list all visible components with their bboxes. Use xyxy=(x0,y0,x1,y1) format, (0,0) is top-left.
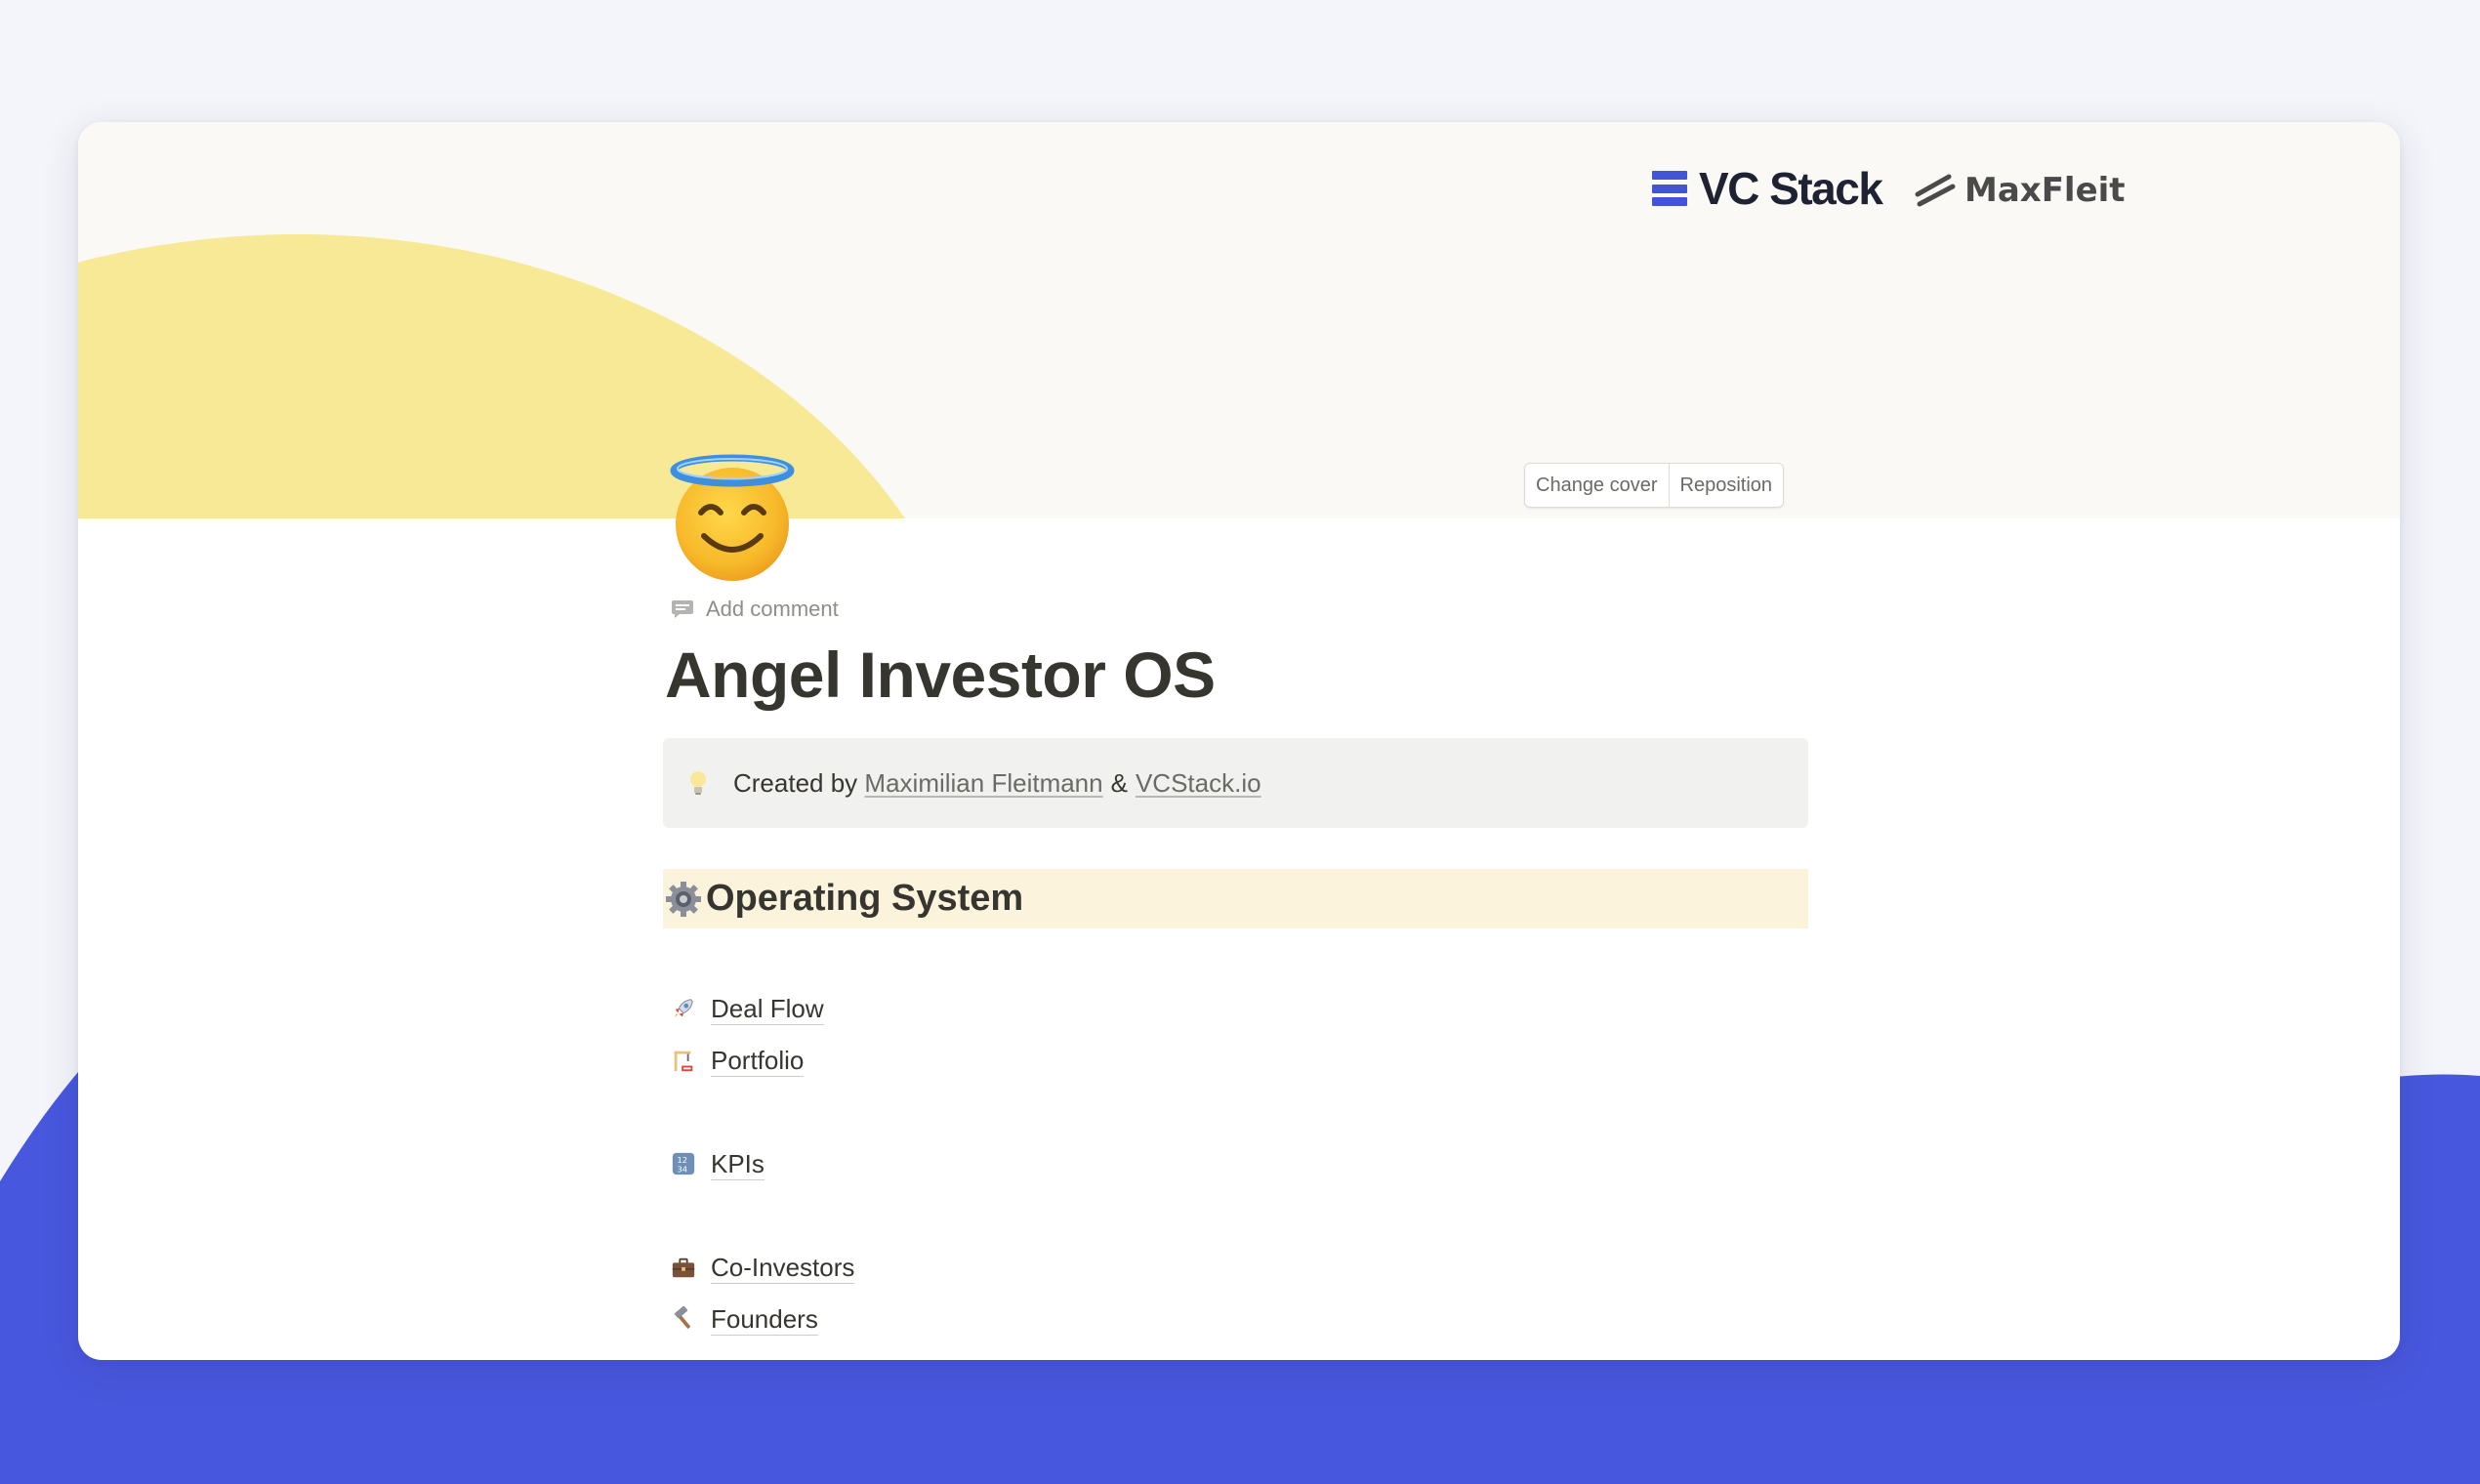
construction-icon xyxy=(670,1047,697,1074)
link-label: KPIs xyxy=(711,1148,765,1180)
svg-text:34: 34 xyxy=(678,1164,688,1174)
vc-stack-mark-icon xyxy=(1652,171,1687,206)
vc-stack-logo-text: VC Stack xyxy=(1699,163,1883,214)
page-title[interactable]: Angel Investor OS xyxy=(665,638,1216,712)
gear-icon xyxy=(666,881,701,917)
cover-controls: Change cover Reposition xyxy=(1524,463,1785,508)
add-comment-label: Add comment xyxy=(706,597,839,621)
cover-sun-shape xyxy=(78,234,986,518)
comment-icon xyxy=(672,600,693,618)
change-cover-button[interactable]: Change cover xyxy=(1525,464,1669,507)
callout-separator: & xyxy=(1110,767,1128,798)
numbers-icon: 12 34 xyxy=(670,1150,697,1177)
link-portfolio[interactable]: Portfolio xyxy=(670,1041,805,1080)
section-heading: Operating System xyxy=(663,869,1808,928)
link-founders[interactable]: Founders xyxy=(670,1299,818,1339)
link-label: Founders xyxy=(711,1303,818,1336)
briefcase-icon xyxy=(670,1254,697,1281)
rocket-icon xyxy=(670,995,697,1022)
author-link[interactable]: Maximilian Fleitmann xyxy=(864,768,1102,799)
hammer-icon xyxy=(670,1305,697,1333)
section-title: Operating System xyxy=(706,878,1024,919)
maxfleit-logo-text: MaxFleit xyxy=(1964,171,2126,210)
notion-page-window: VC Stack MaxFleit Change cover Repositio… xyxy=(78,122,2400,1360)
link-label: Deal Flow xyxy=(711,993,824,1025)
maxfleit-logo: MaxFleit xyxy=(1914,161,2126,220)
maxfleit-mark-icon xyxy=(1915,174,1956,207)
vc-stack-logo: VC Stack xyxy=(1652,159,1883,218)
vcstack-link[interactable]: VCStack.io xyxy=(1136,768,1261,799)
light-bulb-icon xyxy=(690,771,706,795)
link-co-investors[interactable]: Co-Investors xyxy=(670,1248,855,1287)
link-label: Portfolio xyxy=(711,1045,805,1077)
link-deal-flow[interactable]: Deal Flow xyxy=(670,989,824,1028)
link-kpis[interactable]: 12 34 KPIs xyxy=(670,1144,765,1183)
page-cover: VC Stack MaxFleit Change cover Repositio… xyxy=(78,122,2400,518)
callout-block: Created by Maximilian Fleitmann & VCStack.… xyxy=(663,738,1808,828)
reposition-button[interactable]: Reposition xyxy=(1668,464,1784,507)
link-label: Co-Investors xyxy=(711,1252,855,1284)
smiling-face-with-halo-icon[interactable] xyxy=(669,454,796,581)
callout-prefix: Created by xyxy=(733,767,858,798)
add-comment-button[interactable]: Add comment xyxy=(671,597,839,622)
